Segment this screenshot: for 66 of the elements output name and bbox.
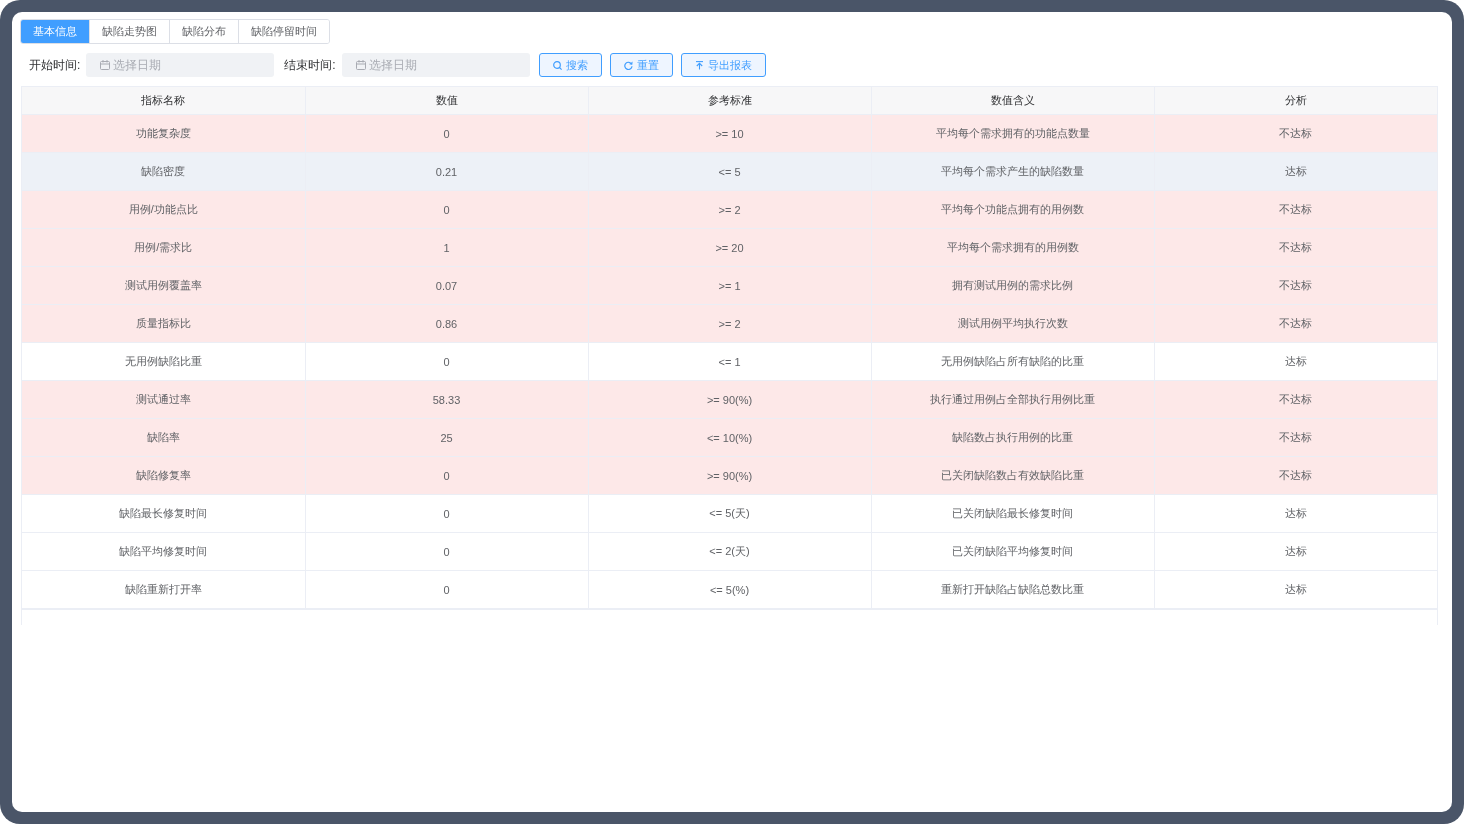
- table-cell: >= 2: [588, 304, 871, 343]
- table-cell: 缺陷平均修复时间: [22, 532, 305, 571]
- table-cell: <= 5: [588, 152, 871, 191]
- table-cell: >= 10: [588, 114, 871, 153]
- table-cell: 58.33: [305, 380, 588, 419]
- column-header: 参考标准: [588, 87, 871, 115]
- table-cell: 0: [305, 342, 588, 381]
- table-cell: <= 5(天): [588, 494, 871, 533]
- reset-button[interactable]: 重置: [609, 53, 673, 77]
- table-cell: 平均每个需求拥有的功能点数量: [871, 114, 1154, 153]
- table-cell: 测试用例覆盖率: [22, 266, 305, 305]
- table-cell: 1: [305, 228, 588, 267]
- calendar-icon: [100, 60, 111, 70]
- refresh-icon: [623, 60, 633, 70]
- table-cell: <= 10(%): [588, 418, 871, 457]
- table-cell: >= 2: [588, 190, 871, 229]
- calendar-icon: [355, 60, 366, 70]
- upload-icon: [694, 60, 704, 70]
- date-field[interactable]: 选择日期: [86, 53, 275, 77]
- table-cell: 用例/需求比: [22, 228, 305, 267]
- table-cell: 缺陷最长修复时间: [22, 494, 305, 533]
- table-cell: >= 90(%): [588, 456, 871, 495]
- column-header: 数值含义: [871, 87, 1154, 115]
- table-cell: 已关闭缺陷平均修复时间: [871, 532, 1154, 571]
- table-cell: 缺陷密度: [22, 152, 305, 191]
- search-button[interactable]: 搜索: [538, 53, 602, 77]
- table-cell: 已关闭缺陷最长修复时间: [871, 494, 1154, 533]
- table-cell: >= 90(%): [588, 380, 871, 419]
- table-cell: 0: [305, 190, 588, 229]
- table-cell: 功能复杂度: [22, 114, 305, 153]
- table-cell: 0.21: [305, 152, 588, 191]
- table-cell: 0: [305, 494, 588, 533]
- tab[interactable]: 基本信息: [21, 20, 90, 43]
- table-cell: 执行通过用例占全部执行用例比重: [871, 380, 1154, 419]
- table-cell: 无用例缺陷比重: [22, 342, 305, 381]
- table-cell: >= 20: [588, 228, 871, 267]
- table-cell: <= 2(天): [588, 532, 871, 571]
- table-cell: 拥有测试用例的需求比例: [871, 266, 1154, 305]
- table-cell: 0: [305, 114, 588, 153]
- table-cell: <= 1: [588, 342, 871, 381]
- table-cell: 测试通过率: [22, 380, 305, 419]
- table-cell: 已关闭缺陷数占有效缺陷比重: [871, 456, 1154, 495]
- table-cell: 25: [305, 418, 588, 457]
- column-header: 分析: [1154, 87, 1437, 115]
- table-cell: 平均每个需求拥有的用例数: [871, 228, 1154, 267]
- table-cell: 0: [305, 456, 588, 495]
- table-cell: 0.07: [305, 266, 588, 305]
- table-cell: 0.86: [305, 304, 588, 343]
- table-cell: >= 1: [588, 266, 871, 305]
- table-cell: 用例/功能点比: [22, 190, 305, 229]
- table-cell: 缺陷率: [22, 418, 305, 457]
- table-cell: 质量指标比: [22, 304, 305, 343]
- export-button[interactable]: 导出报表: [680, 53, 766, 77]
- table-cell: 缺陷数占执行用例的比重: [871, 418, 1154, 457]
- table-cell: 平均每个需求产生的缺陷数量: [871, 152, 1154, 191]
- column-header: 指标名称: [22, 87, 305, 115]
- column-header: 数值: [305, 87, 588, 115]
- table-cell: 测试用例平均执行次数: [871, 304, 1154, 343]
- date-field[interactable]: 选择日期: [341, 53, 530, 77]
- table-cell: 无用例缺陷占所有缺陷的比重: [871, 342, 1154, 381]
- table-cell: 缺陷修复率: [22, 456, 305, 495]
- filter-label: 开始时间:: [29, 56, 81, 74]
- table-cell: 平均每个功能点拥有的用例数: [871, 190, 1154, 229]
- filter-label: 结束时间:: [284, 56, 336, 74]
- search-icon: [552, 60, 562, 70]
- table-cell: 0: [305, 532, 588, 571]
